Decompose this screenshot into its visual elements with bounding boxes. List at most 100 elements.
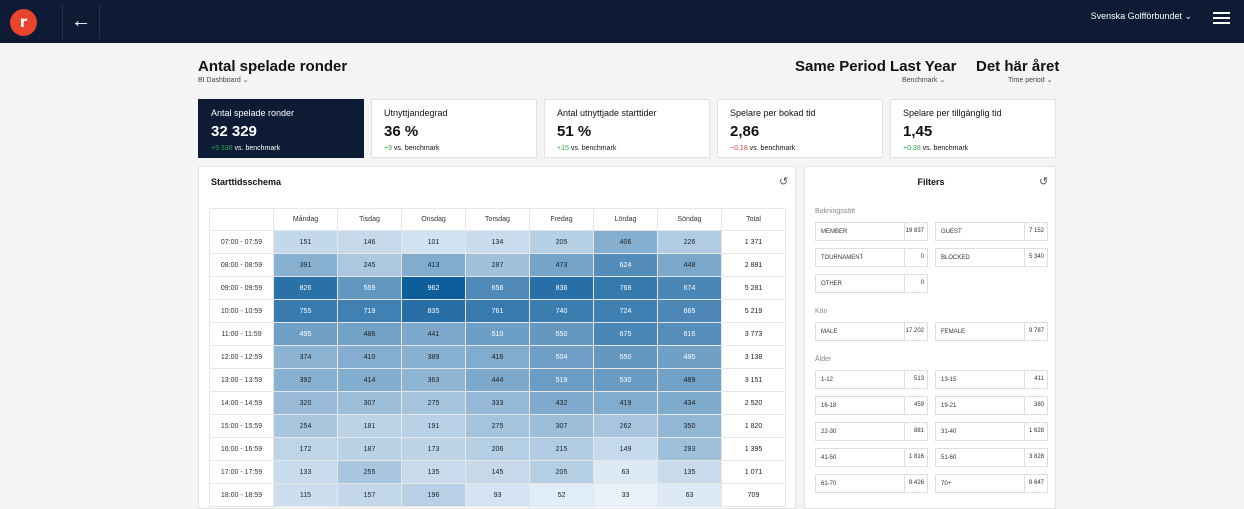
heat-cell[interactable]: 755 (273, 299, 338, 323)
heat-cell[interactable]: 157 (337, 483, 402, 507)
heat-cell[interactable]: 145 (465, 460, 530, 484)
heat-cell[interactable]: 350 (657, 414, 722, 438)
heat-cell[interactable]: 768 (593, 276, 658, 300)
heat-cell[interactable]: 495 (657, 345, 722, 369)
heat-cell[interactable]: 835 (401, 299, 466, 323)
filter-option[interactable]: OTHER 0 (815, 274, 928, 293)
heat-cell[interactable]: 275 (401, 391, 466, 415)
heat-cell[interactable]: 206 (465, 437, 530, 461)
heat-cell[interactable]: 63 (657, 483, 722, 507)
heat-cell[interactable]: 196 (401, 483, 466, 507)
kpi-card-used-tee-times[interactable]: Antal utnyttjade starttider 51 % +15 vs.… (544, 99, 710, 158)
filter-option[interactable]: MEMBER 19 837 (815, 222, 928, 241)
reset-icon[interactable]: ↺ (779, 175, 788, 188)
heat-cell[interactable]: 519 (529, 368, 594, 392)
heat-cell[interactable]: 187 (337, 437, 402, 461)
filter-option[interactable]: 51-60 3 828 (935, 448, 1048, 467)
filter-option[interactable]: 70+ 8 647 (935, 474, 1048, 493)
filter-option[interactable]: 13-15 411 (935, 370, 1048, 389)
heat-cell[interactable]: 146 (337, 230, 402, 254)
heat-cell[interactable]: 665 (657, 299, 722, 323)
heat-cell[interactable]: 719 (337, 299, 402, 323)
benchmark-selector[interactable]: Benchmark ⌄ (902, 76, 945, 84)
heat-cell[interactable]: 172 (273, 437, 338, 461)
heat-cell[interactable]: 135 (657, 460, 722, 484)
heat-cell[interactable]: 134 (465, 230, 530, 254)
reset-filters-icon[interactable]: ↺ (1039, 175, 1048, 188)
heat-cell[interactable]: 416 (465, 345, 530, 369)
heat-cell[interactable]: 133 (273, 460, 338, 484)
filter-option[interactable]: GUEST 7 152 (935, 222, 1048, 241)
filter-option[interactable]: 1-12 513 (815, 370, 928, 389)
heat-cell[interactable]: 962 (401, 276, 466, 300)
kpi-card-players-per-available[interactable]: Spelare per tillgänglig tid 1,45 +0,38 v… (890, 99, 1056, 158)
heat-cell[interactable]: 392 (273, 368, 338, 392)
heat-cell[interactable]: 826 (273, 276, 338, 300)
heat-cell[interactable]: 262 (593, 414, 658, 438)
dashboard-selector[interactable]: BI Dashboard ⌄ (198, 76, 249, 84)
heat-cell[interactable]: 149 (593, 437, 658, 461)
heat-cell[interactable]: 406 (593, 230, 658, 254)
heat-cell[interactable]: 724 (593, 299, 658, 323)
heat-cell[interactable]: 504 (529, 345, 594, 369)
heat-cell[interactable]: 151 (273, 230, 338, 254)
heat-cell[interactable]: 836 (529, 276, 594, 300)
heat-cell[interactable]: 293 (657, 437, 722, 461)
filter-option[interactable]: 61-70 8 426 (815, 474, 928, 493)
hamburger-menu-icon[interactable] (1213, 12, 1230, 26)
heat-cell[interactable]: 432 (529, 391, 594, 415)
filter-option[interactable]: 16-18 459 (815, 396, 928, 415)
app-logo[interactable]: r (10, 9, 37, 36)
organization-selector[interactable]: Svenska Golfförbundet ⌄ (1091, 11, 1192, 22)
heat-cell[interactable]: 391 (273, 253, 338, 277)
heat-cell[interactable]: 33 (593, 483, 658, 507)
heat-cell[interactable]: 550 (529, 322, 594, 346)
heat-cell[interactable]: 486 (337, 322, 402, 346)
heat-cell[interactable]: 510 (465, 322, 530, 346)
heat-cell[interactable]: 191 (401, 414, 466, 438)
heat-cell[interactable]: 550 (593, 345, 658, 369)
heat-cell[interactable]: 215 (529, 437, 594, 461)
heat-cell[interactable]: 63 (593, 460, 658, 484)
filter-option[interactable]: 22-30 881 (815, 422, 928, 441)
heat-cell[interactable]: 205 (529, 460, 594, 484)
heat-cell[interactable]: 410 (337, 345, 402, 369)
heat-cell[interactable]: 419 (593, 391, 658, 415)
filter-option[interactable]: 41-50 1 816 (815, 448, 928, 467)
heat-cell[interactable]: 181 (337, 414, 402, 438)
heat-cell[interactable]: 307 (337, 391, 402, 415)
filter-option[interactable]: 19-21 380 (935, 396, 1048, 415)
heat-cell[interactable]: 135 (401, 460, 466, 484)
filter-option[interactable]: 31-40 1 628 (935, 422, 1048, 441)
heat-cell[interactable]: 389 (401, 345, 466, 369)
heat-cell[interactable]: 675 (593, 322, 658, 346)
filter-option[interactable]: MALE 17 202 (815, 322, 928, 341)
heat-cell[interactable]: 740 (529, 299, 594, 323)
heat-cell[interactable]: 441 (401, 322, 466, 346)
heat-cell[interactable]: 413 (401, 253, 466, 277)
heat-cell[interactable]: 254 (273, 414, 338, 438)
filter-option[interactable]: TOURNAMENT 0 (815, 248, 928, 267)
heat-cell[interactable]: 52 (529, 483, 594, 507)
heat-cell[interactable]: 115 (273, 483, 338, 507)
heat-cell[interactable]: 761 (465, 299, 530, 323)
heat-cell[interactable]: 245 (337, 253, 402, 277)
heat-cell[interactable]: 374 (273, 345, 338, 369)
heat-cell[interactable]: 287 (465, 253, 530, 277)
kpi-card-rounds[interactable]: Antal spelade ronder 32 329 +5 336 vs. b… (198, 99, 364, 158)
heat-cell[interactable]: 674 (657, 276, 722, 300)
heat-cell[interactable]: 307 (529, 414, 594, 438)
back-arrow-icon[interactable]: ← (62, 5, 100, 39)
filter-option[interactable]: BLOCKED 5 340 (935, 248, 1048, 267)
heat-cell[interactable]: 414 (337, 368, 402, 392)
heat-cell[interactable]: 495 (273, 322, 338, 346)
heat-cell[interactable]: 530 (593, 368, 658, 392)
heat-cell[interactable]: 226 (657, 230, 722, 254)
heat-cell[interactable]: 434 (657, 391, 722, 415)
heat-cell[interactable]: 624 (593, 253, 658, 277)
heat-cell[interactable]: 559 (337, 276, 402, 300)
heat-cell[interactable]: 275 (465, 414, 530, 438)
heat-cell[interactable]: 656 (465, 276, 530, 300)
heat-cell[interactable]: 489 (657, 368, 722, 392)
heat-cell[interactable]: 320 (273, 391, 338, 415)
